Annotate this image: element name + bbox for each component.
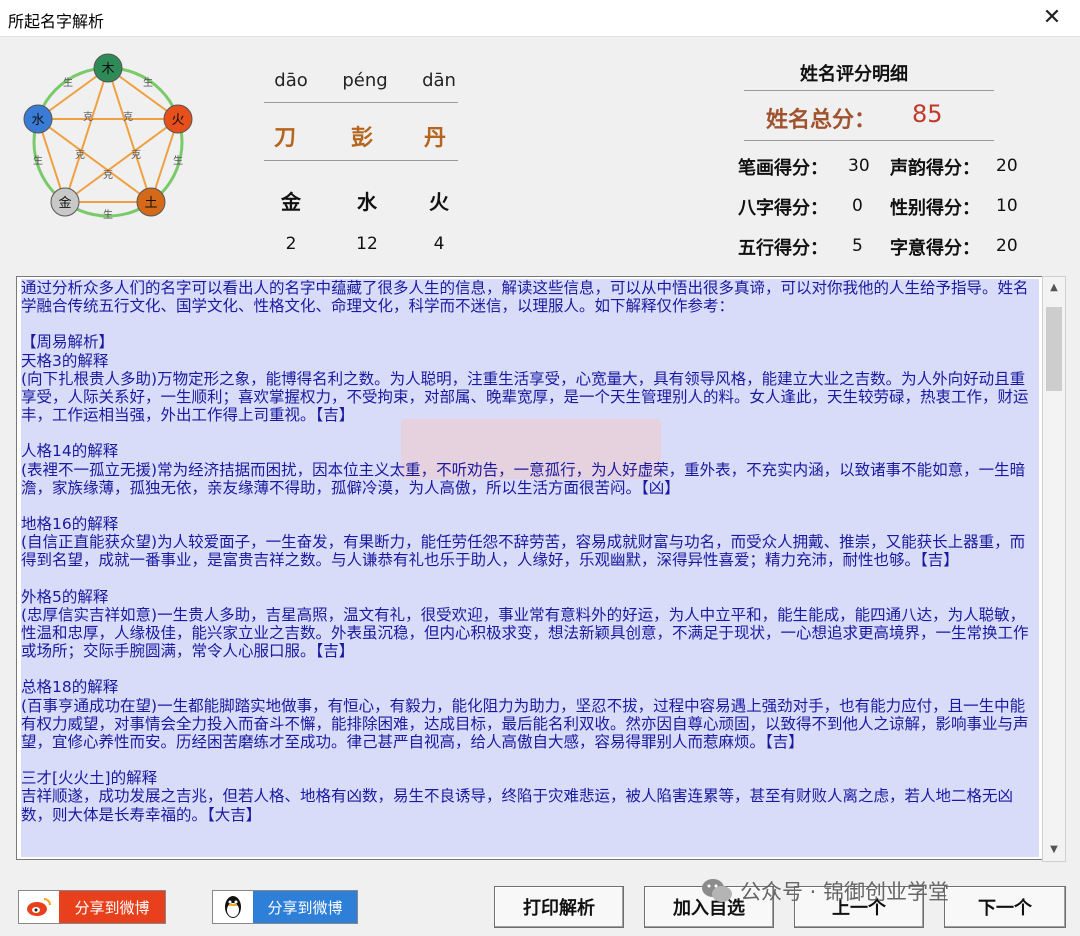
scroll-down-icon[interactable]: ▼: [1043, 839, 1065, 861]
element-3: 火: [429, 190, 449, 214]
analysis-textbox[interactable]: 通过分析众多人们的名字可以看出人的名字中蕴藏了很多人生的信息，解读这些信息，可以…: [16, 276, 1044, 860]
window-title: 所起名字解析: [8, 12, 105, 31]
wheel-outer-label: 生: [103, 208, 113, 221]
svg-text:火: 火: [171, 113, 184, 128]
score-value-phonetic: 20: [996, 156, 1018, 176]
wheel-outer-label: 生: [143, 76, 153, 89]
analysis-paragraph: 三才[火火土]的解释 吉祥顺遂，成功发展之吉兆，但若人格、地格有凶数，易生不良诱…: [21, 769, 1014, 824]
share-weibo-label: 分享到微博: [74, 898, 150, 917]
element-2: 水: [357, 190, 377, 214]
wheel-inner-label: 克: [83, 111, 93, 123]
analysis-text: 通过分析众多人们的名字可以看出人的名字中蕴藏了很多人生的信息，解读这些信息，可以…: [21, 279, 1039, 857]
next-button[interactable]: 下一个: [944, 886, 1066, 928]
wheel-node-5: 水: [23, 104, 53, 134]
name-char-1: 刀: [273, 126, 296, 151]
title-bar: 所起名字解析 ✕: [0, 0, 1080, 37]
element-1: 金: [281, 190, 301, 214]
analysis-paragraph: 总格18的解释 (百事亨通成功在望)一生都能脚踏实地做事，有恒心，有毅力，能化阻…: [21, 678, 1029, 752]
svg-text:木: 木: [101, 62, 114, 77]
name-char-3: 丹: [423, 126, 446, 151]
wechat-watermark-text: 公众号 · 锦御创业学堂: [740, 880, 950, 904]
score-value-wuxing: 5: [852, 236, 863, 256]
svg-text:水: 水: [31, 113, 44, 128]
svg-text:土: 土: [144, 196, 157, 211]
analysis-paragraph: 外格5的解释 (忠厚信实吉祥如意)一生贵人多助，吉星高照，温文有礼，很受欢迎，事…: [21, 587, 1029, 661]
score-label-strokes: 笔画得分：: [738, 158, 828, 179]
score-label-phonetic: 声韵得分：: [890, 158, 980, 179]
wheel-node-3: 土: [136, 187, 166, 217]
vertical-scrollbar[interactable]: ▲ ▼: [1042, 276, 1066, 862]
name-char-2: 彭: [350, 126, 373, 151]
wheel-node-1: 木: [93, 53, 123, 83]
scroll-thumb[interactable]: [1046, 307, 1062, 391]
score-label-bazi: 八字得分：: [738, 198, 828, 219]
analysis-paragraph: 人格14的解释 (表裡不一孤立无援)常为经济拮据而困扰，因本位主义太重，不听劝告…: [21, 442, 1026, 497]
share-qq-weibo-button[interactable]: 分享到微博: [212, 890, 358, 924]
pinyin-2: péng: [342, 70, 388, 91]
analysis-paragraph: 【周易解析】 天格3的解释 (向下扎根贵人多助)万物定形之象，能博得名利之数。为…: [21, 333, 1029, 425]
score-label-wuxing: 五行得分：: [738, 238, 828, 259]
stroke-count-3: 4: [433, 234, 445, 254]
wechat-icon: [702, 879, 732, 902]
wheel-node-4: 金: [50, 187, 80, 217]
stroke-count-2: 12: [356, 234, 378, 254]
wheel-inner-label: 克: [131, 149, 141, 161]
five-elements-wheel: 木火土金水 生生生生生克克克克克: [23, 53, 193, 221]
score-value-gender: 10: [996, 196, 1018, 216]
share-qq-weibo-label: 分享到微博: [267, 898, 343, 917]
qq-penguin-icon: [213, 891, 253, 923]
wheel-outer-label: 生: [33, 154, 43, 167]
wheel-inner-label: 克: [103, 169, 113, 181]
share-weibo-button[interactable]: 分享到微博: [18, 890, 166, 924]
wheel-inner-label: 克: [123, 111, 133, 123]
total-score-value: 85: [912, 100, 943, 128]
pinyin-3: dān: [422, 70, 456, 91]
analysis-paragraph: 地格16的解释 (自信正直能获众望)为人较爱面子，一生奋发，有果断力，能任劳任怨…: [21, 515, 1026, 570]
score-label-gender: 性别得分：: [890, 198, 980, 219]
divider-line: [744, 140, 994, 141]
stroke-count-1: 2: [285, 234, 297, 254]
divider-line: [744, 90, 994, 91]
score-value-bazi: 0: [852, 196, 863, 216]
close-icon[interactable]: ✕: [1038, 4, 1066, 32]
wheel-outer-label: 生: [63, 76, 73, 89]
total-score-label: 姓名总分：: [766, 108, 877, 133]
divider-line: [264, 160, 458, 161]
divider-line: [264, 102, 458, 103]
weibo-icon: [19, 891, 59, 923]
score-value-meaning: 20: [996, 236, 1018, 256]
score-title: 姓名评分明细: [800, 64, 908, 85]
svg-text:金: 金: [58, 195, 71, 211]
scroll-up-icon[interactable]: ▲: [1043, 277, 1065, 299]
pinyin-1: dāo: [274, 70, 308, 91]
score-label-meaning: 字意得分：: [890, 238, 980, 259]
wheel-node-2: 火: [163, 104, 193, 134]
analysis-paragraph: 通过分析众多人们的名字可以看出人的名字中蕴藏了很多人生的信息，解读这些信息，可以…: [21, 279, 1029, 316]
wheel-inner-label: 克: [75, 149, 85, 161]
wechat-watermark: 公众号 · 锦御创业学堂: [700, 876, 949, 906]
score-value-strokes: 30: [848, 156, 870, 176]
print-analysis-button[interactable]: 打印解析: [494, 886, 624, 928]
wheel-outer-label: 生: [173, 154, 183, 167]
